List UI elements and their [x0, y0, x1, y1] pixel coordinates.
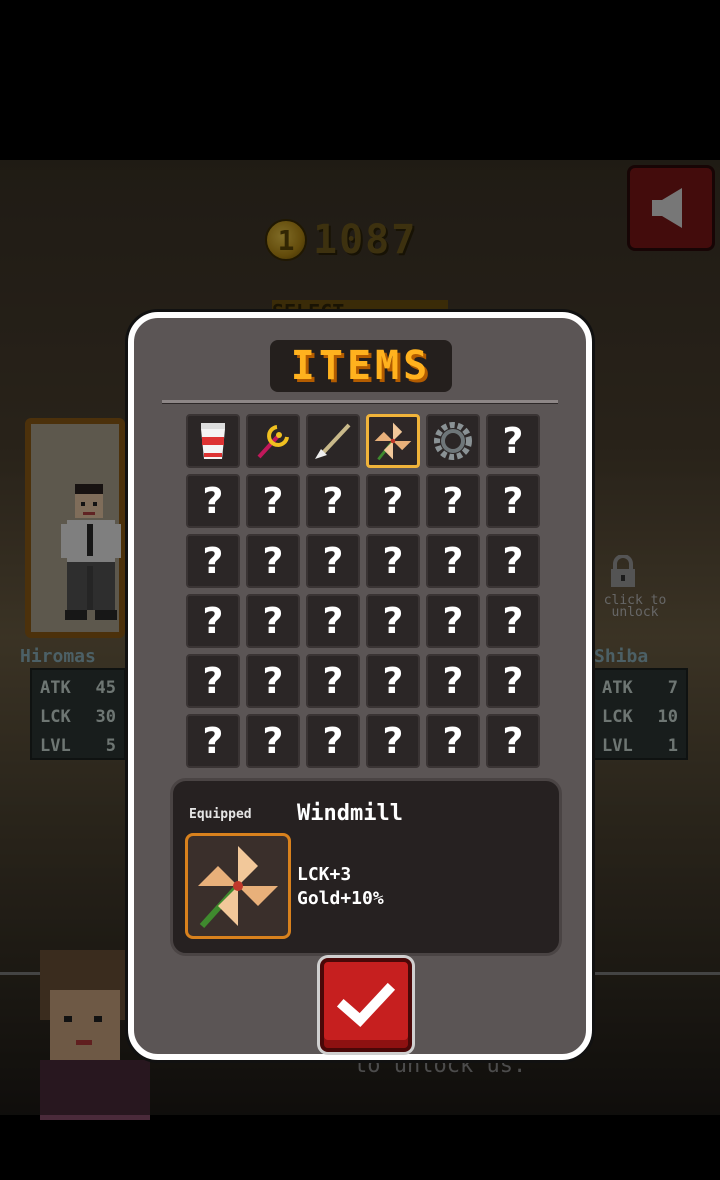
equipped-effects: LCK+3 Gold+10%: [297, 863, 384, 911]
item-slot-locked[interactable]: ?: [306, 534, 360, 588]
item-slot-locked[interactable]: ?: [186, 654, 240, 708]
unknown-item-icon: ?: [382, 600, 404, 642]
unknown-item-icon: ?: [322, 720, 344, 762]
unknown-item-icon: ?: [442, 720, 464, 762]
unknown-item-icon: ?: [202, 720, 224, 762]
unknown-item-icon: ?: [322, 600, 344, 642]
unknown-item-icon: ?: [202, 660, 224, 702]
unknown-item-icon: ?: [202, 480, 224, 522]
item-slot-locked[interactable]: ?: [486, 414, 540, 468]
item-slot-locked[interactable]: ?: [246, 534, 300, 588]
item-slot-locked[interactable]: ?: [186, 534, 240, 588]
unknown-item-icon: ?: [502, 720, 524, 762]
item-slot-magic-staff[interactable]: [246, 414, 300, 468]
dialog-title: ITEMS: [290, 343, 432, 389]
item-slot-locked[interactable]: ?: [246, 654, 300, 708]
item-slot-locked[interactable]: ?: [486, 534, 540, 588]
item-slot-locked[interactable]: ?: [366, 714, 420, 768]
unknown-item-icon: ?: [382, 540, 404, 582]
effect-line: Gold+10%: [297, 888, 384, 909]
item-slot-broom[interactable]: [306, 414, 360, 468]
item-slot-locked[interactable]: ?: [366, 534, 420, 588]
equipped-item-name: Windmill: [297, 801, 403, 826]
item-slot-locked[interactable]: ?: [186, 474, 240, 528]
unknown-item-icon: ?: [262, 600, 284, 642]
unknown-item-icon: ?: [262, 720, 284, 762]
windmill-icon: [198, 846, 278, 929]
item-slot-gear[interactable]: [426, 414, 480, 468]
item-slot-locked[interactable]: ?: [426, 534, 480, 588]
item-slot-locked[interactable]: ?: [246, 594, 300, 648]
item-slot-locked[interactable]: ?: [426, 474, 480, 528]
unknown-item-icon: ?: [502, 480, 524, 522]
broom-icon: [315, 423, 351, 459]
effect-line: LCK+3: [297, 864, 352, 885]
item-slot-locked[interactable]: ?: [426, 594, 480, 648]
item-slot-locked[interactable]: ?: [426, 654, 480, 708]
title-plate: ITEMS: [270, 340, 452, 392]
unknown-item-icon: ?: [502, 420, 524, 462]
equipped-panel: Equipped Windmill LCK+3 Gold+10%: [170, 778, 562, 956]
item-slot-locked[interactable]: ?: [486, 654, 540, 708]
item-slot-locked[interactable]: ?: [306, 654, 360, 708]
unknown-item-icon: ?: [442, 480, 464, 522]
item-slot-locked[interactable]: ?: [246, 474, 300, 528]
unknown-item-icon: ?: [502, 540, 524, 582]
item-slot-windmill[interactable]: [366, 414, 420, 468]
unknown-item-icon: ?: [262, 540, 284, 582]
item-slot-locked[interactable]: ?: [366, 474, 420, 528]
unknown-item-icon: ?: [262, 480, 284, 522]
magic-staff-icon: [257, 425, 289, 459]
unknown-item-icon: ?: [322, 540, 344, 582]
item-slot-locked[interactable]: ?: [186, 714, 240, 768]
item-slot-locked[interactable]: ?: [486, 594, 540, 648]
equipped-label: Equipped: [189, 807, 252, 822]
item-slot-locked[interactable]: ?: [186, 594, 240, 648]
equipped-item-icon: [185, 833, 291, 939]
item-slot-locked[interactable]: ?: [366, 594, 420, 648]
item-slot-locked[interactable]: ?: [366, 654, 420, 708]
item-grid: ???????????????????????????????: [186, 414, 542, 774]
unknown-item-icon: ?: [202, 600, 224, 642]
unknown-item-icon: ?: [382, 660, 404, 702]
unknown-item-icon: ?: [382, 480, 404, 522]
unknown-item-icon: ?: [322, 480, 344, 522]
item-slot-locked[interactable]: ?: [486, 474, 540, 528]
item-slot-locked[interactable]: ?: [306, 594, 360, 648]
unknown-item-icon: ?: [442, 600, 464, 642]
unknown-item-icon: ?: [262, 660, 284, 702]
items-dialog: ITEMS ??????????????????????????????? Eq…: [128, 312, 592, 1060]
item-slot-locked[interactable]: ?: [246, 714, 300, 768]
title-divider: [162, 400, 558, 404]
cup-noodle-icon: [201, 423, 225, 459]
item-slot-locked[interactable]: ?: [486, 714, 540, 768]
unknown-item-icon: ?: [382, 720, 404, 762]
item-slot-locked[interactable]: ?: [426, 714, 480, 768]
unknown-item-icon: ?: [502, 600, 524, 642]
unknown-item-icon: ?: [322, 660, 344, 702]
gear-icon: [434, 422, 472, 460]
unknown-item-icon: ?: [442, 540, 464, 582]
unknown-item-icon: ?: [442, 660, 464, 702]
item-slot-locked[interactable]: ?: [306, 714, 360, 768]
item-slot-locked[interactable]: ?: [306, 474, 360, 528]
unknown-item-icon: ?: [502, 660, 524, 702]
checkmark-icon: [336, 982, 396, 1027]
item-slot-cup-noodle[interactable]: [186, 414, 240, 468]
windmill-icon: [374, 422, 412, 461]
confirm-button[interactable]: [320, 958, 412, 1052]
unknown-item-icon: ?: [202, 540, 224, 582]
